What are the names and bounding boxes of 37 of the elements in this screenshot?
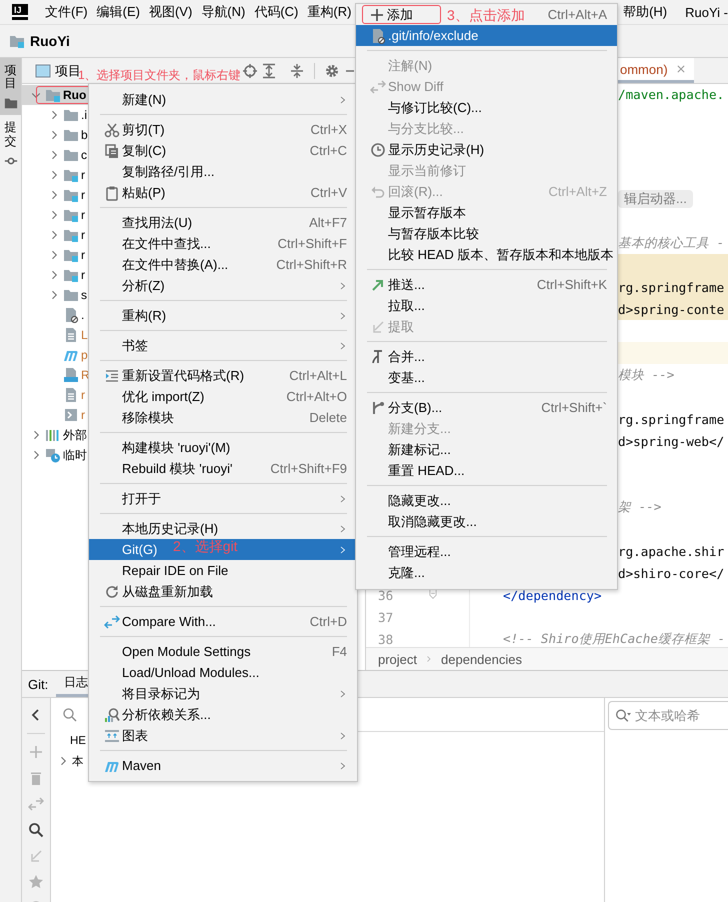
shortcut-text: Ctrl+Shift+` xyxy=(541,400,607,415)
shortcut-text: Ctrl+Alt+Z xyxy=(548,184,607,199)
code-line: </dependency> xyxy=(503,588,602,602)
code-line: /maven.apache. xyxy=(618,86,724,104)
shortcut-text: Alt+F7 xyxy=(309,215,347,230)
shortcut-text: Ctrl+Shift+R xyxy=(276,257,347,272)
code-line: rg.apache.shir xyxy=(618,544,724,558)
code-line: d>spring-conte xyxy=(618,302,724,316)
line-number: 38 xyxy=(378,632,394,646)
shortcut-text: Ctrl+Shift+K xyxy=(536,277,607,292)
code-line: 模块 --> xyxy=(618,366,674,384)
annotation-text: 1、选择项目文件夹，鼠标右键 xyxy=(78,68,241,84)
shortcut-text: Delete xyxy=(309,410,347,425)
shortcut-text: Ctrl+Alt+O xyxy=(286,389,347,404)
panel-title: Git: xyxy=(28,676,48,694)
code-line: d>shiro-core</ xyxy=(618,566,724,580)
line-number: 37 xyxy=(378,610,394,624)
code-line: d>spring-web</ xyxy=(618,434,724,448)
shortcut-text: Ctrl+Shift+F xyxy=(278,236,347,251)
shortcut-text: Ctrl+X xyxy=(310,122,347,137)
shortcut-text: Ctrl+V xyxy=(310,185,347,200)
code-line: 架 --> xyxy=(618,498,662,516)
code-line: rg.springframe xyxy=(618,412,724,426)
line-number: 36 xyxy=(378,588,394,602)
code-line: 基本的核心工具 - xyxy=(618,234,724,252)
app-logo: IJ xyxy=(12,4,28,20)
shortcut-text: Ctrl+C xyxy=(310,143,347,158)
annotation-text: 3、点击添加 xyxy=(447,6,525,24)
shortcut-text: Ctrl+Alt+A xyxy=(548,7,607,22)
code-line: <!-- Shiro使用EhCache缓存框架 - xyxy=(503,630,726,647)
window-title: RuoYi - xyxy=(685,4,728,20)
shortcut-text: F4 xyxy=(332,644,347,659)
annotation-text: 2、选择git xyxy=(173,537,238,555)
shortcut-text: Ctrl+D xyxy=(310,614,347,629)
code-line: rg.springframe xyxy=(618,280,724,294)
shortcut-text: Ctrl+Alt+L xyxy=(289,368,347,383)
shortcut-text: Ctrl+Shift+F9 xyxy=(270,461,347,476)
